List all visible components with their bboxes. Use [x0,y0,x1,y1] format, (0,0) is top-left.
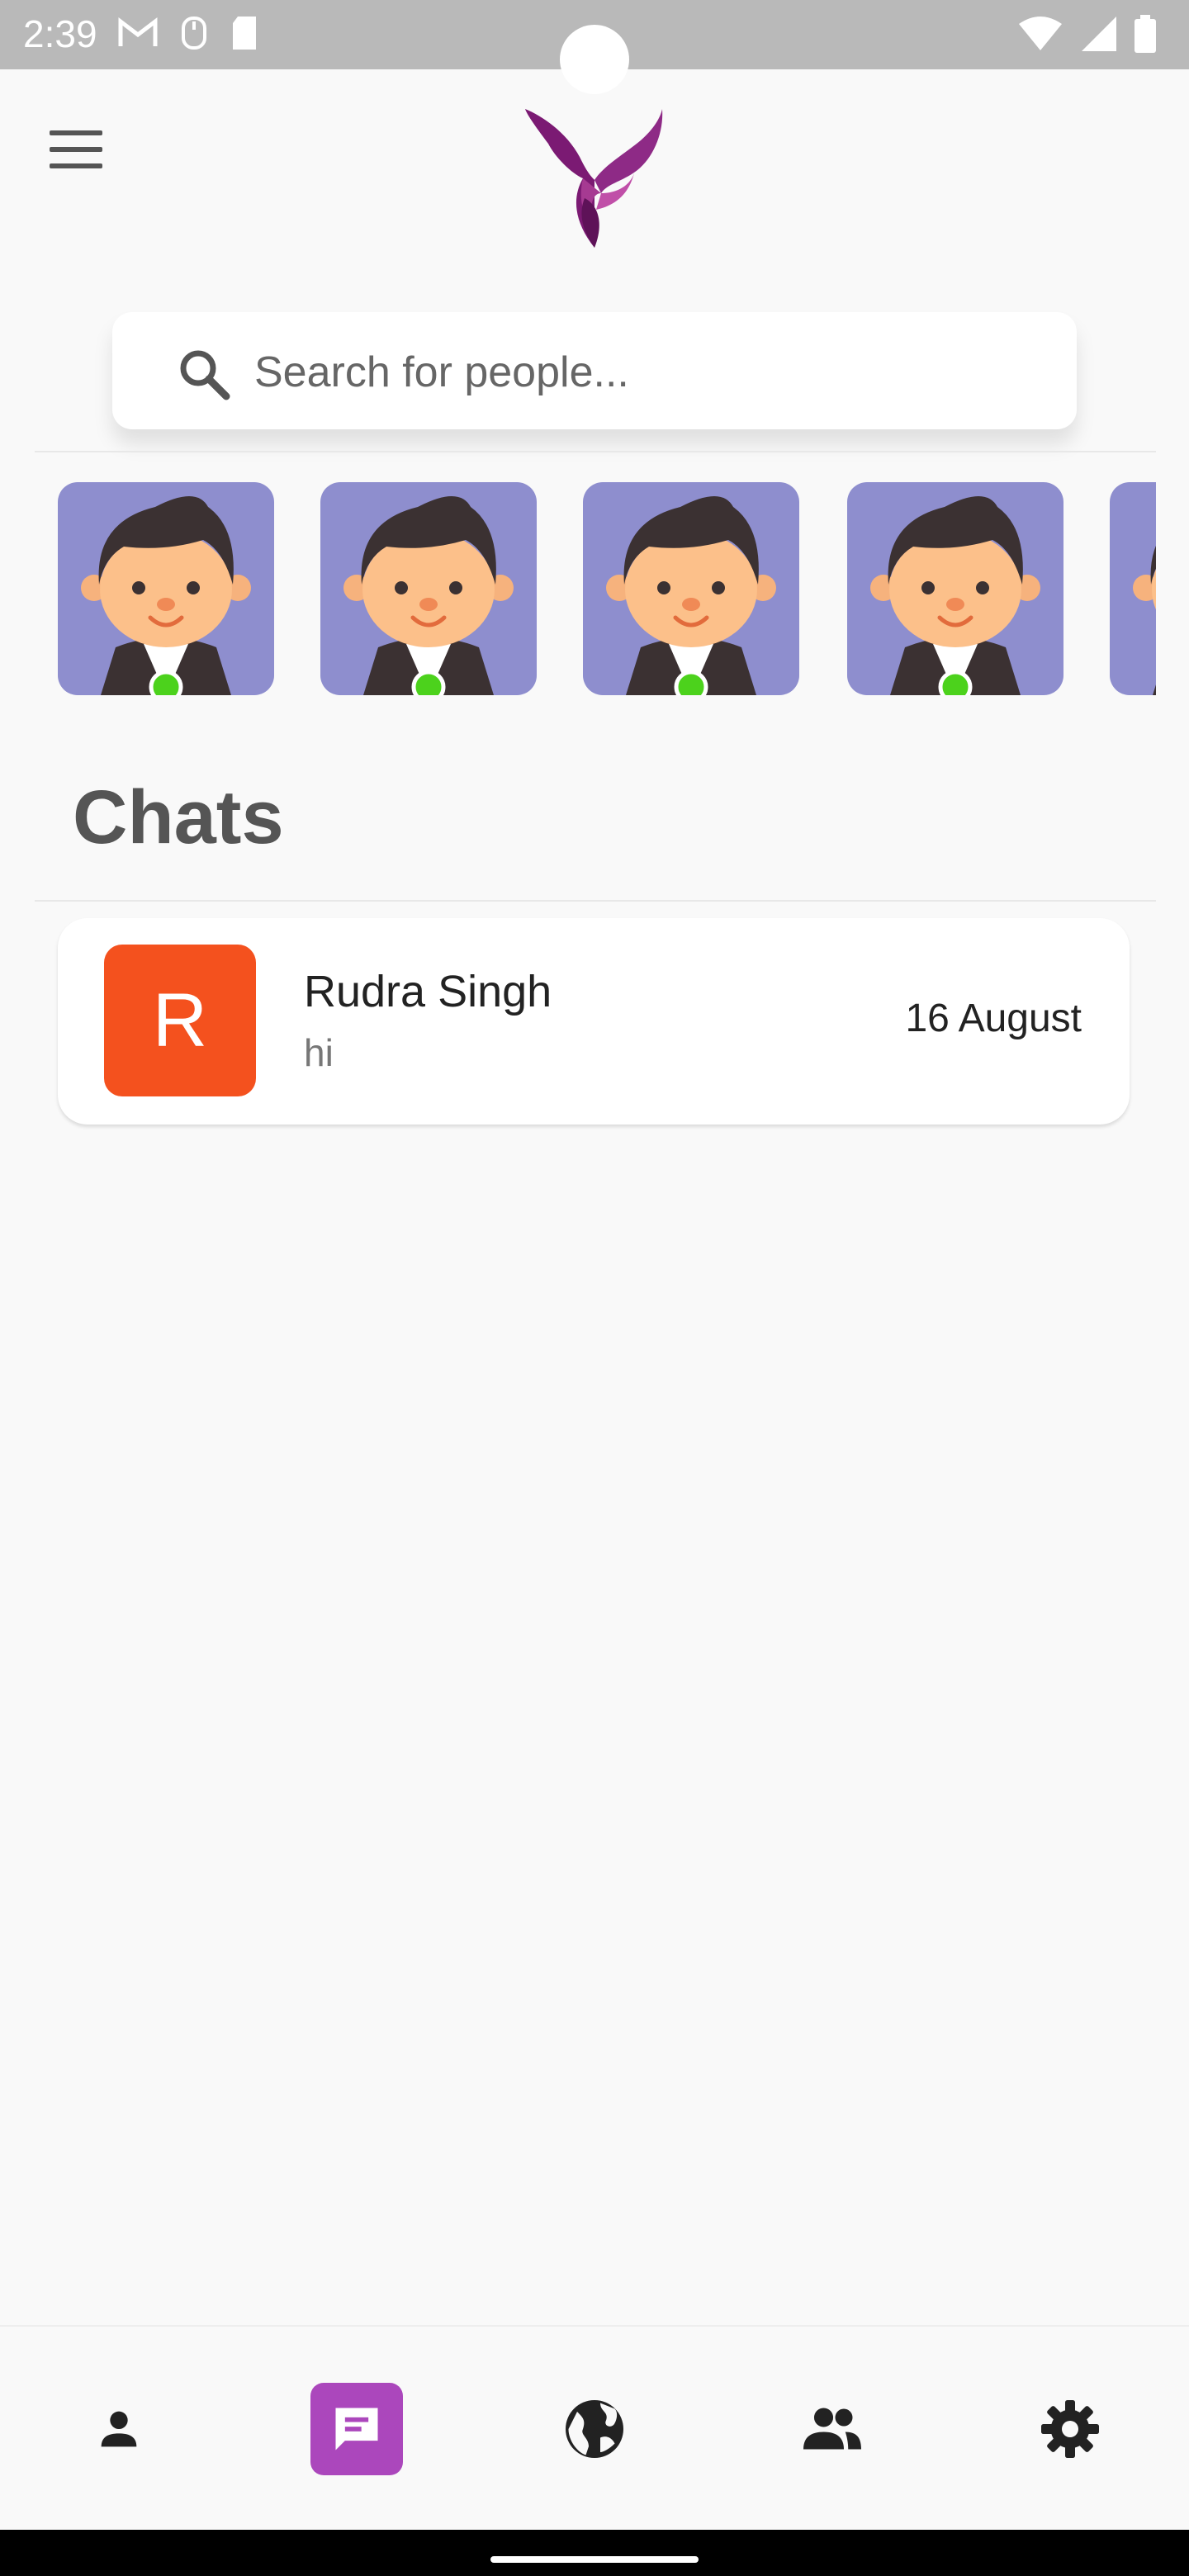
bottom-navigation [0,2325,1189,2530]
avatar-illustration [81,496,251,695]
nav-groups[interactable] [786,2383,879,2475]
online-user-avatar[interactable] [583,482,799,695]
notification-icons [117,15,259,51]
app-logo [525,109,663,248]
search-icon [180,350,230,400]
settings-icon [1041,2400,1099,2458]
chat-avatar: R [104,945,256,1096]
home-gesture-handle[interactable] [490,2556,699,2563]
avatar-illustration [606,496,776,695]
online-user-avatar[interactable] [1110,482,1156,695]
chat-date: 16 August [905,997,1082,1040]
online-status-dot [149,670,183,695]
online-status-dot [674,670,708,695]
group-icon [803,2408,861,2450]
nav-chats[interactable] [310,2383,403,2475]
search-bar[interactable] [112,312,1077,429]
avatar-illustration [343,496,514,695]
sd-card-icon [233,17,256,50]
signal-icon [1082,17,1116,51]
gmail-icon [118,17,158,46]
chat-list-item[interactable]: R Rudra Singh hi 16 August [58,918,1130,1125]
person-icon [101,2411,137,2447]
system-icons [1017,15,1156,53]
search-divider [35,451,1156,452]
chat-last-message: hi [304,1031,334,1074]
chat-contact-name: Rudra Singh [304,967,552,1016]
section-title: Chats [73,775,284,859]
online-status-dot [411,670,446,695]
nav-settings[interactable] [1024,2383,1116,2475]
globe-icon [566,2400,623,2458]
avatar-illustration [870,496,1040,695]
online-users-strip[interactable] [0,482,1156,698]
nav-profile[interactable] [73,2383,165,2475]
menu-icon[interactable] [50,130,112,170]
section-divider [35,900,1156,902]
online-user-avatar[interactable] [58,482,274,695]
search-input[interactable] [253,340,1032,405]
online-user-avatar[interactable] [847,482,1063,695]
nav-explore[interactable] [548,2383,641,2475]
wifi-icon [1019,17,1062,50]
online-user-avatar[interactable] [320,482,537,695]
battery-icon [1135,15,1156,53]
online-status-dot [938,670,973,695]
mouse-icon [182,17,206,50]
camera-cutout [560,25,629,94]
chat-icon [335,2408,378,2451]
status-time: 2:39 [23,12,97,55]
gesture-navigation-bar [0,2530,1189,2576]
avatar-illustration [1133,546,1156,695]
